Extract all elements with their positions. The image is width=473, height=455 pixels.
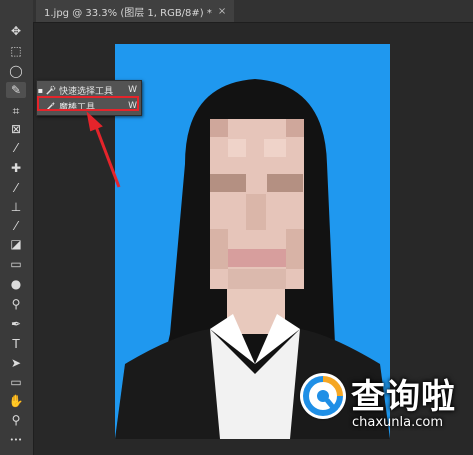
healing-brush-tool-button[interactable]: ✚ <box>6 160 26 176</box>
flyout-item-shortcut: W <box>128 85 137 95</box>
zoom-icon: ⚲ <box>11 413 21 427</box>
type-icon: T <box>12 337 20 351</box>
lasso-icon: ◯ <box>9 64 23 78</box>
dodge-icon: ⚲ <box>11 297 21 311</box>
type-tool-button[interactable]: T <box>6 336 26 352</box>
eraser-icon: ◪ <box>10 237 22 251</box>
bandage-icon: ✚ <box>10 161 22 175</box>
watermark-url: chaxunla.com <box>352 415 443 430</box>
lasso-tool-button[interactable]: ◯ <box>6 63 26 79</box>
shape-tool-button[interactable]: ▭ <box>6 374 26 390</box>
zoom-tool-button[interactable]: ⚲ <box>6 412 26 428</box>
quick-selection-tool-button[interactable]: ✎ <box>6 82 26 98</box>
brush-icon: ⁄ <box>14 181 17 195</box>
eyedropper-icon: ⁄ <box>14 141 17 155</box>
gradient-tool-button[interactable]: ▭ <box>6 256 26 272</box>
eyedropper-tool-button[interactable]: ⁄ <box>6 140 26 156</box>
magic-wand-icon <box>44 100 56 112</box>
stamp-icon: ⊥ <box>10 200 22 214</box>
flyout-item-shortcut: W <box>128 101 137 111</box>
selection-tools-flyout: ▪ 快速选择工具 W 魔棒工具 W <box>36 80 142 116</box>
marquee-tool-button[interactable]: ⬚ <box>6 43 26 59</box>
history-brush-tool-button[interactable]: ⁄ <box>6 218 26 234</box>
pen-icon: ✒ <box>10 317 22 331</box>
brush-tool-button[interactable]: ⁄ <box>6 180 26 196</box>
marquee-icon: ⬚ <box>10 44 22 58</box>
crop-icon: ⌗ <box>12 104 20 118</box>
quick-selection-icon <box>44 84 56 96</box>
move-icon: ✥ <box>10 24 22 38</box>
ellipsis-icon: ••• <box>9 436 23 444</box>
document-tab-title: 1.jpg @ 33.3% (图层 1, RGB/8#) * <box>44 7 212 19</box>
eraser-tool-button[interactable]: ◪ <box>6 236 26 252</box>
pixelated-face <box>210 119 304 289</box>
selected-bullet-icon: ▪ <box>37 85 44 95</box>
flyout-item-label: 快速选择工具 <box>59 86 114 97</box>
history-brush-icon: ⁄ <box>14 219 17 233</box>
pen-tool-button[interactable]: ✒ <box>6 316 26 332</box>
document-tab[interactable]: 1.jpg @ 33.3% (图层 1, RGB/8#) * × <box>36 0 235 22</box>
clone-stamp-tool-button[interactable]: ⊥ <box>6 199 26 215</box>
document-tab-bar: 1.jpg @ 33.3% (图层 1, RGB/8#) * × <box>33 0 473 23</box>
flyout-item-quick-selection[interactable]: ▪ 快速选择工具 W <box>37 82 141 98</box>
blur-tool-button[interactable]: ● <box>6 276 26 292</box>
more-tools-button[interactable]: ••• <box>6 432 26 448</box>
rectangle-icon: ▭ <box>10 375 22 389</box>
hand-icon: ✋ <box>8 394 24 408</box>
path-selection-tool-button[interactable]: ➤ <box>6 355 26 371</box>
frame-tool-button[interactable]: ⊠ <box>6 121 26 137</box>
quick-selection-icon: ✎ <box>10 83 22 97</box>
dodge-tool-button[interactable]: ⚲ <box>6 296 26 312</box>
watermark: 查询啦 chaxunla.com <box>295 365 465 437</box>
move-tool-button[interactable]: ✥ <box>6 23 26 39</box>
gradient-icon: ▭ <box>10 257 22 271</box>
blur-drop-icon: ● <box>10 277 22 291</box>
hand-tool-button[interactable]: ✋ <box>6 393 26 409</box>
flyout-item-magic-wand[interactable]: 魔棒工具 W <box>37 98 141 114</box>
flyout-item-label: 魔棒工具 <box>59 102 96 113</box>
brand-logo-icon <box>300 373 346 419</box>
close-icon[interactable]: × <box>218 6 226 17</box>
crop-tool-button[interactable]: ⌗ <box>6 103 26 119</box>
arrow-cursor-icon: ➤ <box>10 356 22 370</box>
frame-icon: ⊠ <box>10 122 22 136</box>
watermark-brand-text: 查询啦 <box>351 377 456 417</box>
